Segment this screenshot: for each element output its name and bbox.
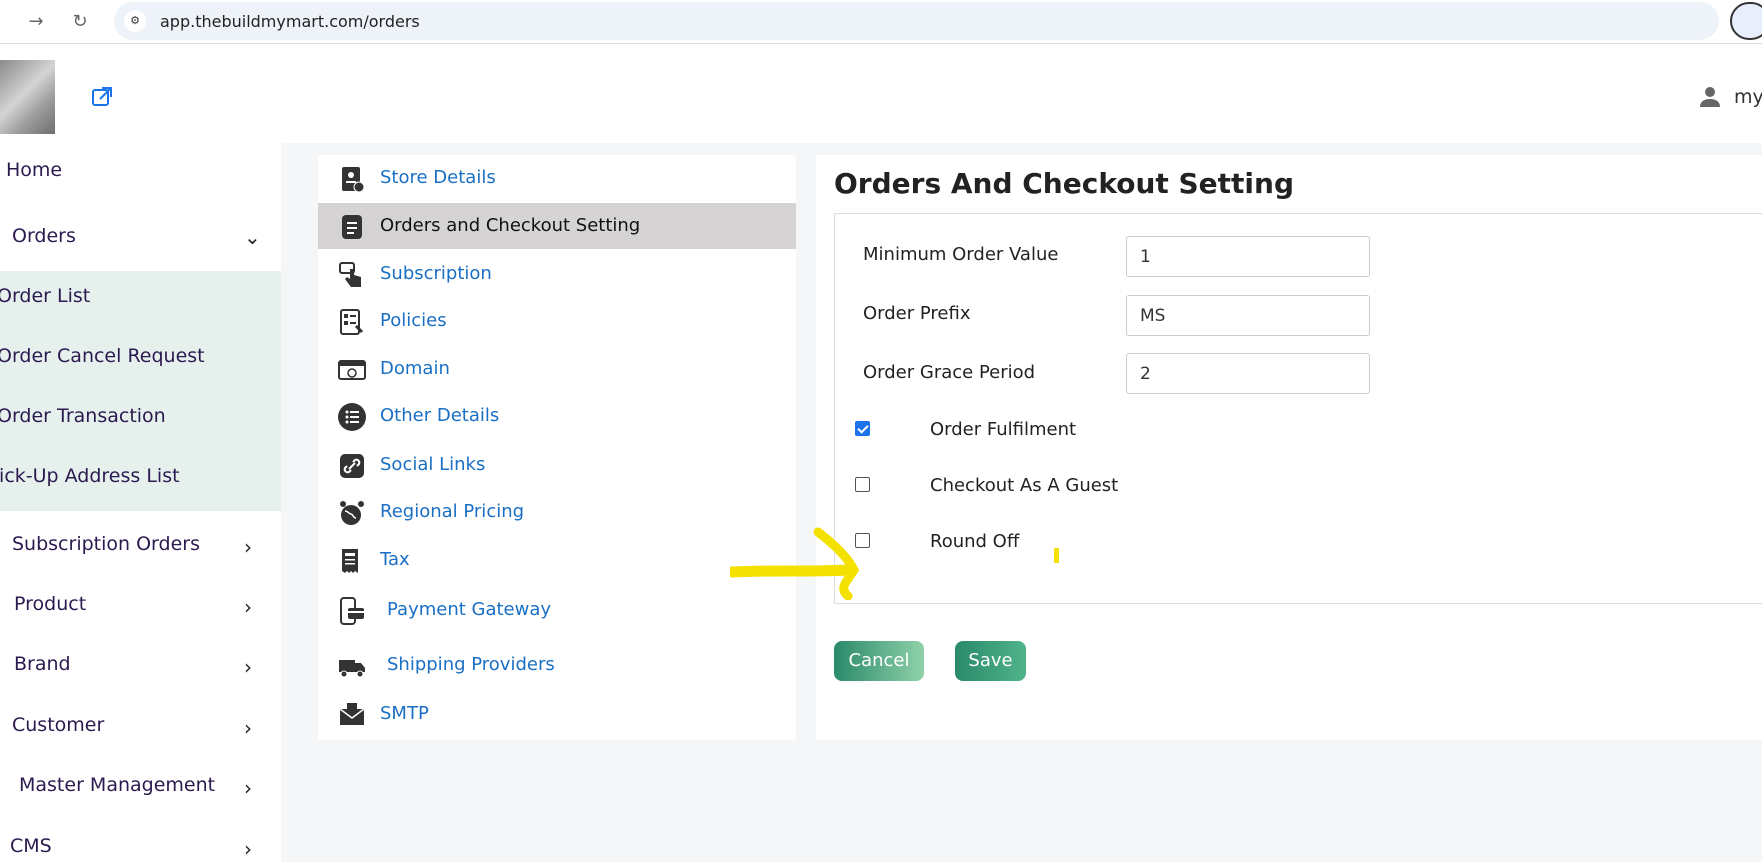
nav-label: Policies <box>380 310 447 331</box>
address-bar[interactable]: ⚙ app.thebuildmymart.com/orders <box>114 2 1719 40</box>
nav-item-shipping-providers[interactable]: Shipping Providers <box>318 642 796 688</box>
settings-nav: Store Details Orders and Checkout Settin… <box>318 155 796 740</box>
app-header: my <box>0 45 1762 143</box>
nav-label: Shipping Providers <box>387 654 555 675</box>
sidebar: Home Orders ⌄ Order List Order Cancel Re… <box>0 143 281 862</box>
chevron-right-icon: › <box>244 837 252 861</box>
sidebar-item-label: Product <box>14 593 87 615</box>
annotation-arrow-icon <box>730 527 860 600</box>
link-icon <box>340 454 364 478</box>
url-text[interactable]: app.thebuildmymart.com/orders <box>160 12 420 31</box>
page-title: Orders And Checkout Setting <box>834 167 1295 200</box>
nav-item-smtp[interactable]: SMTP <box>318 691 796 737</box>
external-link-icon[interactable] <box>90 85 114 109</box>
user-name[interactable]: my <box>1734 86 1762 108</box>
order-fulfilment-checkbox[interactable] <box>855 421 870 436</box>
nav-item-store-details[interactable]: Store Details <box>318 155 796 201</box>
min-order-label: Minimum Order Value <box>863 244 1059 265</box>
settings-form: Minimum Order Value Order Prefix Order G… <box>834 213 1762 604</box>
nav-item-subscription[interactable]: Subscription <box>318 251 796 297</box>
nav-label: Social Links <box>380 454 486 475</box>
store-logo[interactable] <box>0 60 55 134</box>
nav-label: Orders and Checkout Setting <box>380 215 641 236</box>
cancel-button[interactable]: Cancel <box>834 641 924 681</box>
round-off-label: Round Off <box>930 531 1020 552</box>
truck-icon <box>339 660 365 678</box>
save-button[interactable]: Save <box>955 641 1026 681</box>
sidebar-item-label: Master Management <box>19 774 216 796</box>
chevron-down-icon: ⌄ <box>244 225 261 249</box>
checkout-guest-checkbox[interactable] <box>855 477 870 492</box>
forward-icon[interactable]: → <box>22 8 50 36</box>
nav-item-policies[interactable]: Policies <box>318 298 796 344</box>
nav-item-domain[interactable]: Domain <box>318 346 796 392</box>
list-icon <box>338 403 366 431</box>
nav-label: Other Details <box>380 405 500 426</box>
nav-label: Payment Gateway <box>387 599 552 620</box>
nav-label: Domain <box>380 358 450 379</box>
sidebar-item-label: Home <box>6 159 63 181</box>
nav-item-payment-gateway[interactable]: Payment Gateway <box>318 587 796 633</box>
browser-toolbar: → ↻ ⚙ app.thebuildmymart.com/orders <box>0 0 1762 44</box>
sidebar-item-label: Customer <box>12 714 105 736</box>
sidebar-item-label: Brand <box>14 653 71 675</box>
nav-label: Store Details <box>380 167 496 188</box>
submenu-label: Order List <box>0 285 91 307</box>
document-icon <box>342 215 362 239</box>
nav-label: Regional Pricing <box>380 501 525 522</box>
chevron-right-icon: › <box>244 716 252 740</box>
nav-item-social-links[interactable]: Social Links <box>318 442 796 488</box>
chevron-right-icon: › <box>244 535 252 559</box>
hand-pointer-icon <box>339 262 361 287</box>
reload-icon[interactable]: ↻ <box>66 8 94 36</box>
chevron-right-icon: › <box>244 655 252 679</box>
nav-item-orders-checkout[interactable]: Orders and Checkout Setting <box>318 203 796 249</box>
order-prefix-label: Order Prefix <box>863 303 971 324</box>
tax-receipt-icon <box>342 549 358 573</box>
annotation-mark <box>1054 548 1059 563</box>
domain-icon <box>338 360 366 380</box>
nav-item-tax[interactable]: Tax <box>318 537 796 583</box>
policies-icon <box>340 309 364 335</box>
mail-icon <box>339 703 365 725</box>
order-prefix-input[interactable] <box>1126 295 1370 336</box>
nav-label: SMTP <box>380 703 429 724</box>
min-order-input[interactable] <box>1126 236 1370 277</box>
globe-icon <box>340 501 364 525</box>
orders-submenu: Order List Order Cancel Request Order Tr… <box>0 271 281 511</box>
sidebar-item-label: Subscription Orders <box>12 533 200 555</box>
checkout-guest-label: Checkout As A Guest <box>930 475 1119 496</box>
order-fulfilment-label: Order Fulfilment <box>930 419 1077 440</box>
nav-label: Subscription <box>380 263 492 284</box>
nav-item-other-details[interactable]: Other Details <box>318 393 796 439</box>
submenu-label: Order Transaction <box>0 405 166 427</box>
payment-icon <box>340 597 364 625</box>
main-panel: Orders And Checkout Setting Minimum Orde… <box>816 155 1762 740</box>
store-details-icon <box>342 167 365 193</box>
grace-period-label: Order Grace Period <box>863 362 1036 383</box>
nav-label: Tax <box>380 549 410 570</box>
sidebar-item-label: Orders <box>12 225 76 247</box>
grace-period-input[interactable] <box>1126 353 1370 394</box>
chevron-right-icon: › <box>244 776 252 800</box>
submenu-label: Order Cancel Request <box>0 345 205 367</box>
nav-item-regional-pricing[interactable]: Regional Pricing <box>318 489 796 535</box>
chevron-right-icon: › <box>244 595 252 619</box>
sidebar-item-label: CMS <box>10 835 52 857</box>
site-settings-icon[interactable]: ⚙ <box>124 10 146 32</box>
user-icon[interactable] <box>1698 85 1722 109</box>
submenu-label: Pick-Up Address List <box>0 465 180 487</box>
profile-icon[interactable] <box>1730 2 1762 40</box>
